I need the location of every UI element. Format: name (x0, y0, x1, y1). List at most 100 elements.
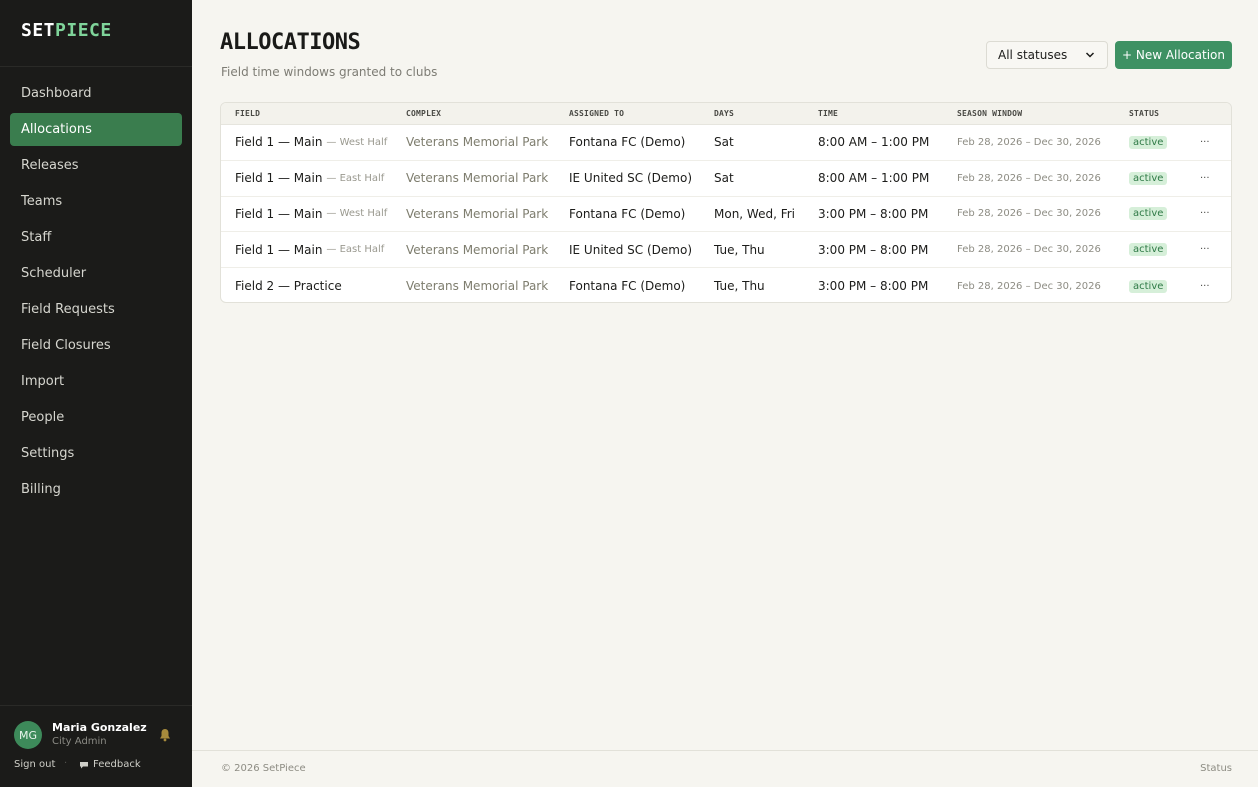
cell-complex: Veterans Memorial Park (406, 206, 549, 221)
sidebar-item-billing[interactable]: Billing (10, 473, 182, 506)
row-more-button[interactable]: ··· (1200, 161, 1210, 196)
row-more-button[interactable]: ··· (1200, 268, 1210, 302)
cell-season-window: Feb 28, 2026 – Dec 30, 2026 (957, 136, 1101, 148)
user-divider (0, 705, 192, 706)
header-time[interactable]: TIME (818, 109, 838, 118)
footer-divider (192, 750, 1258, 751)
field-name: Field 2 — Practice (235, 279, 342, 294)
table-row[interactable]: Field 2 — Practice Veterans Memorial Par… (221, 268, 1231, 302)
cell-field: Field 1 — Main — East Half (235, 232, 384, 267)
sidebar-item-label: Import (21, 374, 65, 389)
cell-days: Sat (714, 171, 734, 186)
cell-days: Tue, Thu (714, 279, 765, 294)
sidebar-item-dashboard[interactable]: Dashboard (10, 77, 182, 110)
header-assigned-to[interactable]: ASSIGNED TO (569, 109, 624, 118)
cell-time: 8:00 AM – 1:00 PM (818, 171, 930, 186)
cell-status: active (1129, 125, 1168, 160)
sidebar-item-label: Billing (21, 482, 61, 497)
sidebar-item-import[interactable]: Import (10, 365, 182, 398)
status-badge: active (1129, 207, 1168, 221)
cell-assigned-to: IE United SC (Demo) (569, 242, 693, 257)
sidebar-item-scheduler[interactable]: Scheduler (10, 257, 182, 290)
sidebar-item-staff[interactable]: Staff (10, 221, 182, 254)
sidebar: SETPIECE Dashboard Allocations Releases … (0, 0, 192, 787)
cell-time: 8:00 AM – 1:00 PM (818, 135, 930, 150)
cell-status: active (1129, 197, 1168, 232)
sidebar-item-label: Releases (21, 158, 79, 173)
cell-time: 3:00 PM – 8:00 PM (818, 242, 929, 257)
sidebar-item-label: Teams (21, 194, 63, 209)
sidebar-nav: Dashboard Allocations Releases Teams Sta… (10, 77, 182, 509)
cell-season-window: Feb 28, 2026 – Dec 30, 2026 (957, 172, 1101, 184)
status-link[interactable]: Status (1200, 763, 1232, 774)
cell-status: active (1129, 232, 1168, 267)
row-more-button[interactable]: ··· (1200, 232, 1210, 267)
page-title: ALLOCATIONS (220, 30, 361, 55)
status-badge: active (1129, 135, 1168, 149)
feedback-link[interactable]: Feedback (79, 759, 141, 770)
sidebar-item-field-closures[interactable]: Field Closures (10, 329, 182, 362)
sidebar-item-allocations[interactable]: Allocations (10, 113, 182, 146)
cell-field: Field 1 — Main — West Half (235, 197, 387, 232)
user-name: Maria Gonzalez (52, 721, 147, 734)
main-content: ALLOCATIONS Field time windows granted t… (192, 0, 1258, 787)
cell-time: 3:00 PM – 8:00 PM (818, 206, 929, 221)
cell-complex: Veterans Memorial Park (406, 171, 549, 186)
copyright: © 2026 SetPiece (221, 763, 306, 774)
chevron-down-icon (1085, 52, 1095, 58)
field-sub: — West Half (326, 136, 388, 148)
avatar[interactable]: MG (14, 721, 42, 749)
header-field[interactable]: FIELD (235, 109, 260, 118)
sidebar-item-label: Allocations (21, 122, 92, 137)
table-row[interactable]: Field 1 — Main — West Half Veterans Memor… (221, 125, 1231, 161)
sidebar-item-people[interactable]: People (10, 401, 182, 434)
field-name: Field 1 — Main (235, 242, 323, 257)
sidebar-item-field-requests[interactable]: Field Requests (10, 293, 182, 326)
row-more-button[interactable]: ··· (1200, 125, 1210, 160)
field-name: Field 1 — Main (235, 171, 323, 186)
field-sub: — East Half (326, 244, 385, 256)
cell-time: 3:00 PM – 8:00 PM (818, 279, 929, 294)
cell-assigned-to: Fontana FC (Demo) (569, 279, 686, 294)
new-allocation-button[interactable]: + New Allocation (1115, 41, 1232, 69)
header-season-window[interactable]: SEASON WINDOW (957, 109, 1022, 118)
cell-assigned-to: IE United SC (Demo) (569, 171, 693, 186)
logo-part-1: SET (21, 20, 56, 41)
sidebar-item-label: People (21, 410, 65, 425)
status-badge: active (1129, 279, 1168, 293)
sidebar-item-teams[interactable]: Teams (10, 185, 182, 218)
field-sub: — West Half (326, 208, 388, 220)
logo[interactable]: SETPIECE (21, 20, 112, 41)
header-days[interactable]: DAYS (714, 109, 734, 118)
sidebar-item-label: Field Requests (21, 302, 115, 317)
bell-icon[interactable] (157, 727, 173, 743)
status-filter-select[interactable]: All statuses (986, 41, 1108, 69)
sidebar-item-settings[interactable]: Settings (10, 437, 182, 470)
table-header: FIELD COMPLEX ASSIGNED TO DAYS TIME SEAS… (221, 103, 1231, 125)
status-filter-value: All statuses (998, 48, 1068, 62)
table-row[interactable]: Field 1 — Main — West Half Veterans Memor… (221, 197, 1231, 233)
status-badge: active (1129, 243, 1168, 257)
cell-assigned-to: Fontana FC (Demo) (569, 135, 686, 150)
table-row[interactable]: Field 1 — Main — East Half Veterans Memor… (221, 232, 1231, 269)
cell-complex: Veterans Memorial Park (406, 279, 549, 294)
sidebar-item-label: Dashboard (21, 86, 92, 101)
cell-complex: Veterans Memorial Park (406, 242, 549, 257)
sidebar-item-label: Staff (21, 230, 52, 245)
row-more-button[interactable]: ··· (1200, 197, 1210, 232)
field-name: Field 1 — Main (235, 206, 323, 221)
header-status[interactable]: STATUS (1129, 109, 1159, 118)
sign-out-link[interactable]: Sign out (14, 759, 55, 770)
cell-days: Tue, Thu (714, 242, 765, 257)
cell-season-window: Feb 28, 2026 – Dec 30, 2026 (957, 208, 1101, 220)
sidebar-divider (0, 66, 192, 67)
header-complex[interactable]: COMPLEX (406, 109, 441, 118)
sidebar-item-label: Settings (21, 446, 75, 461)
field-name: Field 1 — Main (235, 135, 323, 150)
table-row[interactable]: Field 1 — Main — East Half Veterans Memor… (221, 161, 1231, 197)
feedback-label: Feedback (93, 759, 141, 770)
cell-days: Sat (714, 135, 734, 150)
sidebar-item-releases[interactable]: Releases (10, 149, 182, 182)
sidebar-item-label: Field Closures (21, 338, 111, 353)
cell-field: Field 2 — Practice (235, 268, 346, 302)
